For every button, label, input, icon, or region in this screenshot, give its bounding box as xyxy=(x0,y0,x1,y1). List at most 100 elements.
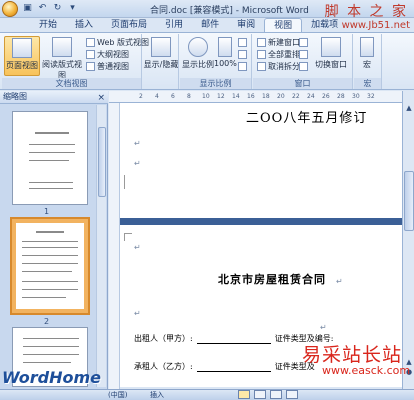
full-screen-reading-icon[interactable] xyxy=(254,390,266,399)
web-layout-icon[interactable] xyxy=(270,390,282,399)
tab-page-layout[interactable]: 页面布局 xyxy=(102,18,156,32)
side-by-side-icon xyxy=(299,38,308,47)
tab-home[interactable]: 开始 xyxy=(30,18,66,32)
arrange-all-button[interactable]: 全部重排 xyxy=(257,49,300,60)
thumbnail-scroll-thumb[interactable] xyxy=(98,127,106,197)
reset-position-button[interactable] xyxy=(299,61,308,72)
revision-date-heading: 二OO八年五月修订 xyxy=(246,111,368,126)
lessee-label: 承租人（乙方）: xyxy=(134,362,193,371)
sync-scroll-button[interactable] xyxy=(299,49,308,60)
horizontal-ruler[interactable]: 2 4 6 8 10 12 14 16 18 20 22 24 26 28 30… xyxy=(109,91,402,103)
zoom-100-button[interactable]: 100% xyxy=(214,36,237,76)
macros-button[interactable]: 宏 xyxy=(354,36,380,76)
arrange-all-label: 全部重排 xyxy=(268,50,300,59)
thumbnail-page-2[interactable] xyxy=(10,217,90,315)
two-pages-button[interactable] xyxy=(238,49,247,60)
switch-window-icon xyxy=(321,37,341,57)
macros-icon xyxy=(360,37,374,57)
ruler-number: 6 xyxy=(171,93,175,100)
zoom-100-icon xyxy=(218,37,232,57)
two-pages-icon xyxy=(238,50,247,59)
tab-mailings[interactable]: 邮件 xyxy=(192,18,228,32)
outline-view-label: 大纲视图 xyxy=(97,50,129,59)
tab-insert[interactable]: 插入 xyxy=(66,18,102,32)
show-hide-button[interactable]: 显示/隐藏 xyxy=(143,36,179,76)
thumb-text-line xyxy=(29,160,69,161)
group-label-macros: 宏 xyxy=(354,78,381,89)
redo-icon[interactable]: ↻ xyxy=(52,3,63,14)
ruler-number: 26 xyxy=(322,93,330,100)
page-width-button[interactable] xyxy=(238,61,247,72)
save-icon[interactable]: ▣ xyxy=(22,3,33,14)
tab-review[interactable]: 审阅 xyxy=(228,18,264,32)
thumbnail-page-2-sheet xyxy=(16,223,84,309)
lessor-label: 出租人（甲方）: xyxy=(134,334,193,343)
language-status[interactable]: (中国) xyxy=(108,390,127,400)
watermark-yicai: 易采站长站 xyxy=(302,344,403,366)
insert-mode-status[interactable]: 插入 xyxy=(150,390,164,400)
side-by-side-button[interactable] xyxy=(299,37,308,48)
thumb-text-line xyxy=(29,188,73,189)
web-view-button[interactable]: Web 版式视图 xyxy=(86,37,149,48)
thumb-text-line xyxy=(29,144,75,145)
zoom-button[interactable]: 显示比例 xyxy=(180,36,216,76)
lessee-name-field[interactable] xyxy=(196,363,271,372)
group-zoom: 显示比例 100% 显示比例 xyxy=(180,34,252,89)
document-scroll-thumb[interactable] xyxy=(404,171,414,231)
thumbnail-pane-title[interactable]: 缩略图 xyxy=(3,92,27,101)
tab-view[interactable]: 视图 xyxy=(264,18,303,32)
ruler-number: 32 xyxy=(367,93,375,100)
thumb-text-line xyxy=(29,152,75,153)
group-label-zoom: 显示比例 xyxy=(180,78,251,89)
ribbon: 页面视图 阅读版式视图 Web 版式视图 大纲视图 普通视图 文档视图 显示/隐… xyxy=(0,32,414,90)
magnifier-icon xyxy=(188,37,208,57)
switch-window-button[interactable]: 切换窗口 xyxy=(311,36,351,76)
lessor-name-field[interactable] xyxy=(196,335,271,344)
customize-icon[interactable]: ▾ xyxy=(67,3,78,14)
thumbnail-page-1[interactable] xyxy=(12,111,88,205)
outline-view-button[interactable]: 大纲视图 xyxy=(86,49,129,60)
new-window-button[interactable]: 新建窗口 xyxy=(257,37,300,48)
reset-position-icon xyxy=(299,62,308,71)
one-page-icon xyxy=(238,38,247,47)
ruler-number: 4 xyxy=(155,93,159,100)
thumb-text-line xyxy=(22,281,78,282)
show-hide-label: 显示/隐藏 xyxy=(143,60,179,69)
vertical-ruler[interactable] xyxy=(109,103,120,389)
group-label-window: 窗口 xyxy=(253,78,352,89)
reading-view-button[interactable]: 阅读版式视图 xyxy=(42,36,82,80)
arrange-all-icon xyxy=(257,50,266,59)
thumbnail-scrollbar[interactable] xyxy=(96,105,106,387)
paragraph-mark: ↵ xyxy=(320,323,327,332)
ruler-number: 10 xyxy=(202,93,210,100)
undo-icon[interactable]: ↶ xyxy=(37,3,48,14)
switch-window-label: 切换窗口 xyxy=(315,60,347,69)
split-button[interactable]: 取消拆分 xyxy=(257,61,300,72)
document-scrollbar[interactable]: ▲ ▲ ● xyxy=(402,91,414,389)
thumb-text-line xyxy=(23,354,79,355)
group-show-hide: 显示/隐藏 xyxy=(143,34,179,89)
page-view-button[interactable]: 页面视图 xyxy=(4,36,40,76)
web-view-icon xyxy=(86,38,95,47)
reading-view-icon xyxy=(52,37,72,57)
draft-view-button[interactable]: 普通视图 xyxy=(86,61,129,72)
ruler-number: 22 xyxy=(292,93,300,100)
one-page-button[interactable] xyxy=(238,37,247,48)
status-bar: (中国) 插入 xyxy=(0,389,414,400)
scroll-up-icon[interactable]: ▲ xyxy=(404,103,414,113)
thumb-text-line xyxy=(22,289,78,290)
split-icon xyxy=(257,62,266,71)
tab-references[interactable]: 引用 xyxy=(156,18,192,32)
outline-icon[interactable] xyxy=(286,390,298,399)
document-page-1[interactable]: 二OO八年五月修订 ↵ ↵ xyxy=(120,103,402,218)
margin-corner-mark xyxy=(124,233,132,241)
print-layout-icon[interactable] xyxy=(238,390,250,399)
page-view-icon xyxy=(12,38,32,58)
tab-add-ins[interactable]: 加载项 xyxy=(302,18,347,32)
close-icon[interactable]: × xyxy=(97,92,105,104)
thumb-text-line xyxy=(35,132,69,134)
paragraph-mark: ↵ xyxy=(134,309,141,318)
office-button[interactable] xyxy=(2,1,18,17)
ruler-number: 8 xyxy=(187,93,191,100)
group-document-views: 页面视图 阅读版式视图 Web 版式视图 大纲视图 普通视图 文档视图 xyxy=(2,34,149,89)
